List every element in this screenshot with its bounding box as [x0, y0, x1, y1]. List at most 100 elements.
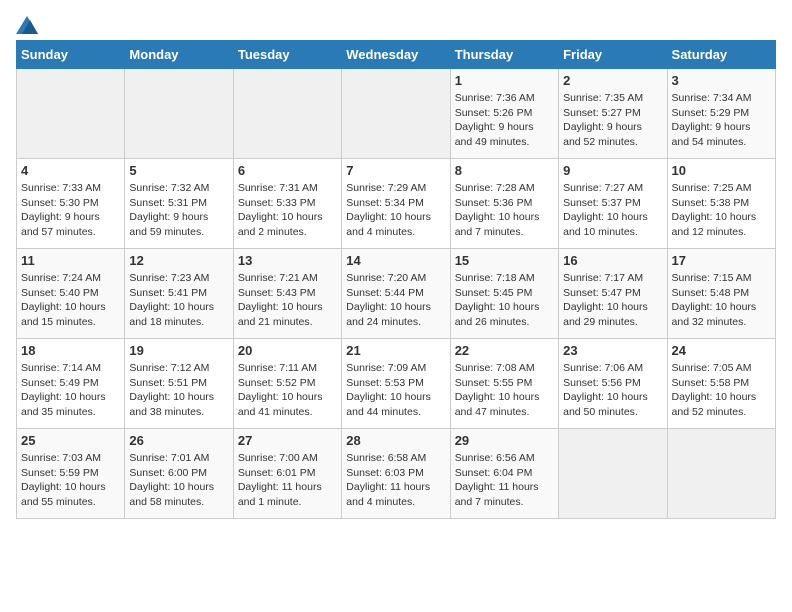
day-number: 13	[238, 253, 337, 268]
day-number: 24	[672, 343, 771, 358]
day-info: Sunrise: 7:35 AM Sunset: 5:27 PM Dayligh…	[563, 91, 662, 150]
calendar-cell: 23 Sunrise: 7:06 AM Sunset: 5:56 PM Dayli…	[559, 339, 667, 429]
calendar-cell: 5 Sunrise: 7:32 AM Sunset: 5:31 PM Daylig…	[125, 159, 233, 249]
calendar-cell: 19 Sunrise: 7:12 AM Sunset: 5:51 PM Dayli…	[125, 339, 233, 429]
day-number: 25	[21, 433, 120, 448]
day-number: 27	[238, 433, 337, 448]
calendar-cell: 26 Sunrise: 7:01 AM Sunset: 6:00 PM Dayli…	[125, 429, 233, 519]
calendar-cell: 12Sunrise: 7:23 AM Sunset: 5:41 PM Dayli…	[125, 249, 233, 339]
calendar-cell	[667, 429, 775, 519]
day-number: 2	[563, 73, 662, 88]
calendar-cell: 28 Sunrise: 6:58 AM Sunset: 6:03 PM Dayli…	[342, 429, 450, 519]
week-row-5: 25 Sunrise: 7:03 AM Sunset: 5:59 PM Dayli…	[17, 429, 776, 519]
week-row-4: 18 Sunrise: 7:14 AM Sunset: 5:49 PM Dayli…	[17, 339, 776, 429]
day-info: Sunrise: 7:14 AM Sunset: 5:49 PM Dayligh…	[21, 361, 120, 420]
day-info: Sunrise: 7:03 AM Sunset: 5:59 PM Dayligh…	[21, 451, 120, 510]
header-tuesday: Tuesday	[233, 41, 341, 69]
day-info: Sunrise: 7:29 AM Sunset: 5:34 PM Dayligh…	[346, 181, 445, 240]
logo-icon	[16, 16, 38, 34]
calendar-cell: 10 Sunrise: 7:25 AM Sunset: 5:38 PM Dayli…	[667, 159, 775, 249]
logo	[16, 16, 38, 30]
calendar-cell: 22 Sunrise: 7:08 AM Sunset: 5:55 PM Dayli…	[450, 339, 558, 429]
calendar-cell: 18 Sunrise: 7:14 AM Sunset: 5:49 PM Dayli…	[17, 339, 125, 429]
calendar-cell: 11 Sunrise: 7:24 AM Sunset: 5:40 PM Dayli…	[17, 249, 125, 339]
calendar-cell: 8 Sunrise: 7:28 AM Sunset: 5:36 PM Daylig…	[450, 159, 558, 249]
day-info: Sunrise: 7:32 AM Sunset: 5:31 PM Dayligh…	[129, 181, 228, 240]
day-number: 5	[129, 163, 228, 178]
calendar-cell: 21 Sunrise: 7:09 AM Sunset: 5:53 PM Dayli…	[342, 339, 450, 429]
header-friday: Friday	[559, 41, 667, 69]
calendar-cell: 7Sunrise: 7:29 AM Sunset: 5:34 PM Daylig…	[342, 159, 450, 249]
day-info: Sunrise: 7:33 AM Sunset: 5:30 PM Dayligh…	[21, 181, 120, 240]
day-info: Sunrise: 7:24 AM Sunset: 5:40 PM Dayligh…	[21, 271, 120, 330]
calendar-cell	[559, 429, 667, 519]
header-row: SundayMondayTuesdayWednesdayThursdayFrid…	[17, 41, 776, 69]
calendar-cell	[125, 69, 233, 159]
calendar-cell	[17, 69, 125, 159]
calendar-cell: 24 Sunrise: 7:05 AM Sunset: 5:58 PM Dayli…	[667, 339, 775, 429]
header-thursday: Thursday	[450, 41, 558, 69]
calendar-cell: 15Sunrise: 7:18 AM Sunset: 5:45 PM Dayli…	[450, 249, 558, 339]
day-info: Sunrise: 7:17 AM Sunset: 5:47 PM Dayligh…	[563, 271, 662, 330]
calendar-cell: 1Sunrise: 7:36 AM Sunset: 5:26 PM Daylig…	[450, 69, 558, 159]
day-number: 6	[238, 163, 337, 178]
day-number: 9	[563, 163, 662, 178]
day-number: 4	[21, 163, 120, 178]
calendar-cell: 27 Sunrise: 7:00 AM Sunset: 6:01 PM Dayli…	[233, 429, 341, 519]
calendar-cell: 9 Sunrise: 7:27 AM Sunset: 5:37 PM Daylig…	[559, 159, 667, 249]
day-info: Sunrise: 7:08 AM Sunset: 5:55 PM Dayligh…	[455, 361, 554, 420]
day-info: Sunrise: 7:15 AM Sunset: 5:48 PM Dayligh…	[672, 271, 771, 330]
header-monday: Monday	[125, 41, 233, 69]
day-number: 17	[672, 253, 771, 268]
calendar-cell	[342, 69, 450, 159]
day-info: Sunrise: 7:05 AM Sunset: 5:58 PM Dayligh…	[672, 361, 771, 420]
day-number: 16	[563, 253, 662, 268]
calendar-cell	[233, 69, 341, 159]
day-number: 19	[129, 343, 228, 358]
week-row-1: 1Sunrise: 7:36 AM Sunset: 5:26 PM Daylig…	[17, 69, 776, 159]
day-number: 11	[21, 253, 120, 268]
calendar-cell: 20Sunrise: 7:11 AM Sunset: 5:52 PM Dayli…	[233, 339, 341, 429]
day-info: Sunrise: 7:01 AM Sunset: 6:00 PM Dayligh…	[129, 451, 228, 510]
calendar-cell: 6Sunrise: 7:31 AM Sunset: 5:33 PM Daylig…	[233, 159, 341, 249]
calendar-table: SundayMondayTuesdayWednesdayThursdayFrid…	[16, 40, 776, 519]
day-info: Sunrise: 7:36 AM Sunset: 5:26 PM Dayligh…	[455, 91, 554, 150]
day-info: Sunrise: 7:06 AM Sunset: 5:56 PM Dayligh…	[563, 361, 662, 420]
day-number: 8	[455, 163, 554, 178]
day-info: Sunrise: 7:11 AM Sunset: 5:52 PM Dayligh…	[238, 361, 337, 420]
day-number: 12	[129, 253, 228, 268]
day-number: 22	[455, 343, 554, 358]
day-info: Sunrise: 7:21 AM Sunset: 5:43 PM Dayligh…	[238, 271, 337, 330]
header-saturday: Saturday	[667, 41, 775, 69]
day-info: Sunrise: 7:00 AM Sunset: 6:01 PM Dayligh…	[238, 451, 337, 510]
day-number: 21	[346, 343, 445, 358]
calendar-cell: 4 Sunrise: 7:33 AM Sunset: 5:30 PM Daylig…	[17, 159, 125, 249]
day-info: Sunrise: 7:28 AM Sunset: 5:36 PM Dayligh…	[455, 181, 554, 240]
day-number: 14	[346, 253, 445, 268]
calendar-cell: 16 Sunrise: 7:17 AM Sunset: 5:47 PM Dayli…	[559, 249, 667, 339]
day-number: 3	[672, 73, 771, 88]
day-number: 23	[563, 343, 662, 358]
calendar-cell: 25 Sunrise: 7:03 AM Sunset: 5:59 PM Dayli…	[17, 429, 125, 519]
day-number: 15	[455, 253, 554, 268]
day-info: Sunrise: 7:20 AM Sunset: 5:44 PM Dayligh…	[346, 271, 445, 330]
calendar-cell: 3 Sunrise: 7:34 AM Sunset: 5:29 PM Daylig…	[667, 69, 775, 159]
day-info: Sunrise: 7:27 AM Sunset: 5:37 PM Dayligh…	[563, 181, 662, 240]
day-info: Sunrise: 7:25 AM Sunset: 5:38 PM Dayligh…	[672, 181, 771, 240]
day-info: Sunrise: 6:56 AM Sunset: 6:04 PM Dayligh…	[455, 451, 554, 510]
day-number: 26	[129, 433, 228, 448]
day-info: Sunrise: 7:09 AM Sunset: 5:53 PM Dayligh…	[346, 361, 445, 420]
calendar-cell: 13 Sunrise: 7:21 AM Sunset: 5:43 PM Dayli…	[233, 249, 341, 339]
day-number: 10	[672, 163, 771, 178]
week-row-3: 11 Sunrise: 7:24 AM Sunset: 5:40 PM Dayli…	[17, 249, 776, 339]
header-wednesday: Wednesday	[342, 41, 450, 69]
day-info: Sunrise: 7:34 AM Sunset: 5:29 PM Dayligh…	[672, 91, 771, 150]
calendar-cell: 29 Sunrise: 6:56 AM Sunset: 6:04 PM Dayli…	[450, 429, 558, 519]
day-number: 28	[346, 433, 445, 448]
page-header	[16, 16, 776, 30]
header-sunday: Sunday	[17, 41, 125, 69]
day-info: Sunrise: 7:12 AM Sunset: 5:51 PM Dayligh…	[129, 361, 228, 420]
day-info: Sunrise: 6:58 AM Sunset: 6:03 PM Dayligh…	[346, 451, 445, 510]
day-number: 29	[455, 433, 554, 448]
day-number: 18	[21, 343, 120, 358]
